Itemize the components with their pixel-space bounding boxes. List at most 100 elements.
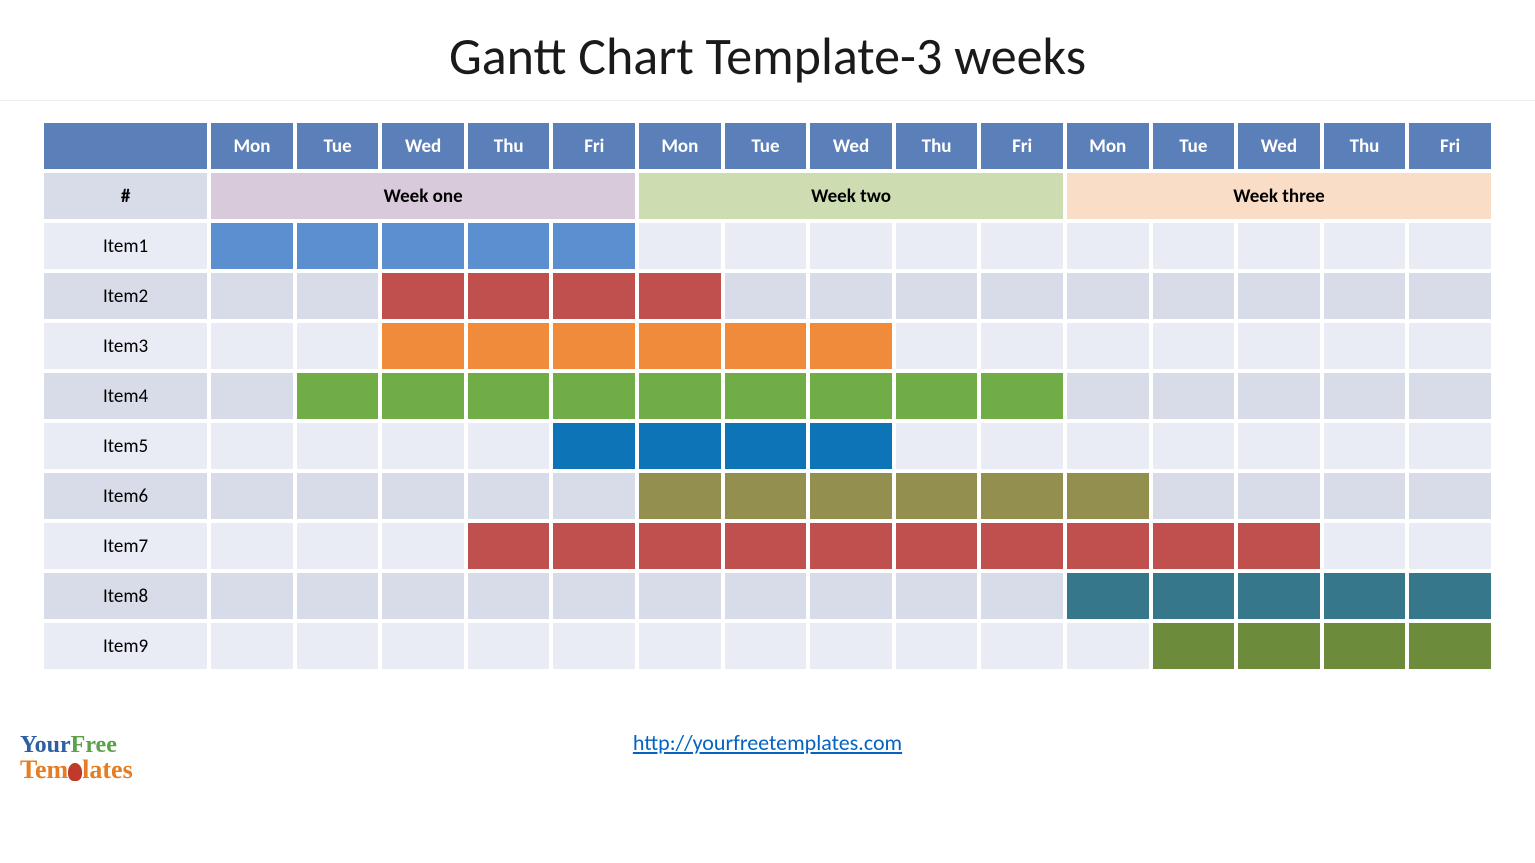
- gantt-bar-cell: [725, 423, 807, 469]
- gantt-bar-cell: [553, 373, 635, 419]
- item-label: Item8: [44, 573, 207, 619]
- gantt-bar-cell: [468, 373, 550, 419]
- gantt-empty-cell: [1409, 473, 1491, 519]
- gantt-empty-cell: [211, 523, 293, 569]
- gantt-empty-cell: [810, 623, 892, 669]
- gantt-bar-cell: [981, 373, 1063, 419]
- gantt-bar-cell: [810, 523, 892, 569]
- item-label: Item7: [44, 523, 207, 569]
- item-label: Item3: [44, 323, 207, 369]
- gantt-empty-cell: [1067, 223, 1149, 269]
- gantt-bar-cell: [382, 323, 464, 369]
- gantt-row: Item8: [44, 573, 1491, 619]
- gantt-row: Item1: [44, 223, 1491, 269]
- gantt-empty-cell: [1324, 273, 1406, 319]
- gantt-bar-cell: [1067, 523, 1149, 569]
- gantt-empty-cell: [1238, 223, 1320, 269]
- gantt-empty-cell: [1067, 623, 1149, 669]
- gantt-row: Item6: [44, 473, 1491, 519]
- gantt-bar-cell: [553, 273, 635, 319]
- gantt-empty-cell: [1238, 273, 1320, 319]
- gantt-empty-cell: [1324, 323, 1406, 369]
- gantt-bar-cell: [382, 373, 464, 419]
- gantt-empty-cell: [1409, 523, 1491, 569]
- gantt-empty-cell: [725, 223, 807, 269]
- gantt-bar-cell: [639, 373, 721, 419]
- gantt-bar-cell: [896, 473, 978, 519]
- gantt-row: Item3: [44, 323, 1491, 369]
- gantt-empty-cell: [211, 573, 293, 619]
- gantt-empty-cell: [1324, 523, 1406, 569]
- gantt-bar-cell: [1153, 573, 1235, 619]
- footer-link[interactable]: http://yourfreetemplates.com: [633, 729, 902, 756]
- gantt-empty-cell: [382, 473, 464, 519]
- gantt-empty-cell: [553, 623, 635, 669]
- gantt-empty-cell: [382, 623, 464, 669]
- gantt-empty-cell: [1324, 423, 1406, 469]
- day-header: Mon: [639, 123, 721, 169]
- gantt-body: Item1Item2Item3Item4Item5Item6Item7Item8…: [44, 223, 1491, 669]
- gantt-bar-cell: [1238, 523, 1320, 569]
- week-header: Week three: [1067, 173, 1491, 219]
- gantt-empty-cell: [1153, 373, 1235, 419]
- gantt-bar-cell: [553, 523, 635, 569]
- day-header-row: MonTueWedThuFriMonTueWedThuFriMonTueWedT…: [44, 123, 1491, 169]
- gantt-empty-cell: [382, 523, 464, 569]
- gantt-empty-cell: [1067, 373, 1149, 419]
- item-label: Item4: [44, 373, 207, 419]
- week-header: Week one: [211, 173, 635, 219]
- gantt-table: MonTueWedThuFriMonTueWedThuFriMonTueWedT…: [40, 119, 1495, 673]
- day-header: Thu: [896, 123, 978, 169]
- day-header: Tue: [725, 123, 807, 169]
- gantt-empty-cell: [297, 523, 379, 569]
- gantt-bar-cell: [639, 523, 721, 569]
- gantt-empty-cell: [1324, 473, 1406, 519]
- gantt-empty-cell: [896, 273, 978, 319]
- gantt-empty-cell: [639, 573, 721, 619]
- gantt-bar-cell: [382, 273, 464, 319]
- gantt-empty-cell: [981, 573, 1063, 619]
- day-header: Wed: [382, 123, 464, 169]
- week-header-row: # Week oneWeek twoWeek three: [44, 173, 1491, 219]
- gantt-empty-cell: [1324, 373, 1406, 419]
- gantt-empty-cell: [981, 623, 1063, 669]
- gantt-bar-cell: [725, 373, 807, 419]
- footer: YourFree Temlates http://yourfreetemplat…: [0, 697, 1535, 787]
- gantt-bar-cell: [468, 523, 550, 569]
- gantt-bar-cell: [1067, 573, 1149, 619]
- gantt-bar-cell: [1409, 623, 1491, 669]
- gantt-empty-cell: [1153, 223, 1235, 269]
- logo-line2: Temlates: [20, 757, 133, 783]
- gantt-empty-cell: [1238, 373, 1320, 419]
- gantt-bar-cell: [553, 323, 635, 369]
- day-header: Wed: [810, 123, 892, 169]
- gantt-empty-cell: [639, 223, 721, 269]
- gantt-empty-cell: [1067, 323, 1149, 369]
- gantt-empty-cell: [1153, 473, 1235, 519]
- gantt-bar-cell: [896, 523, 978, 569]
- gantt-bar-cell: [639, 273, 721, 319]
- gantt-empty-cell: [1067, 423, 1149, 469]
- gantt-empty-cell: [981, 273, 1063, 319]
- gantt-bar-cell: [1324, 573, 1406, 619]
- gantt-bar-cell: [810, 323, 892, 369]
- gantt-bar-cell: [810, 373, 892, 419]
- day-header: Fri: [553, 123, 635, 169]
- gantt-empty-cell: [211, 373, 293, 419]
- item-label: Item9: [44, 623, 207, 669]
- gantt-empty-cell: [639, 623, 721, 669]
- gantt-empty-cell: [981, 323, 1063, 369]
- slide: Gantt Chart Template-3 weeks MonTueWedTh…: [0, 0, 1535, 863]
- gantt-bar-cell: [1153, 623, 1235, 669]
- gantt-empty-cell: [297, 423, 379, 469]
- item-label: Item1: [44, 223, 207, 269]
- gantt-empty-cell: [468, 573, 550, 619]
- day-header: Mon: [211, 123, 293, 169]
- gantt-bar-cell: [1409, 573, 1491, 619]
- gantt-bar-cell: [468, 273, 550, 319]
- day-header: Tue: [297, 123, 379, 169]
- day-header: Thu: [1324, 123, 1406, 169]
- gantt-bar-cell: [1238, 573, 1320, 619]
- week-header: Week two: [639, 173, 1063, 219]
- gantt-row: Item9: [44, 623, 1491, 669]
